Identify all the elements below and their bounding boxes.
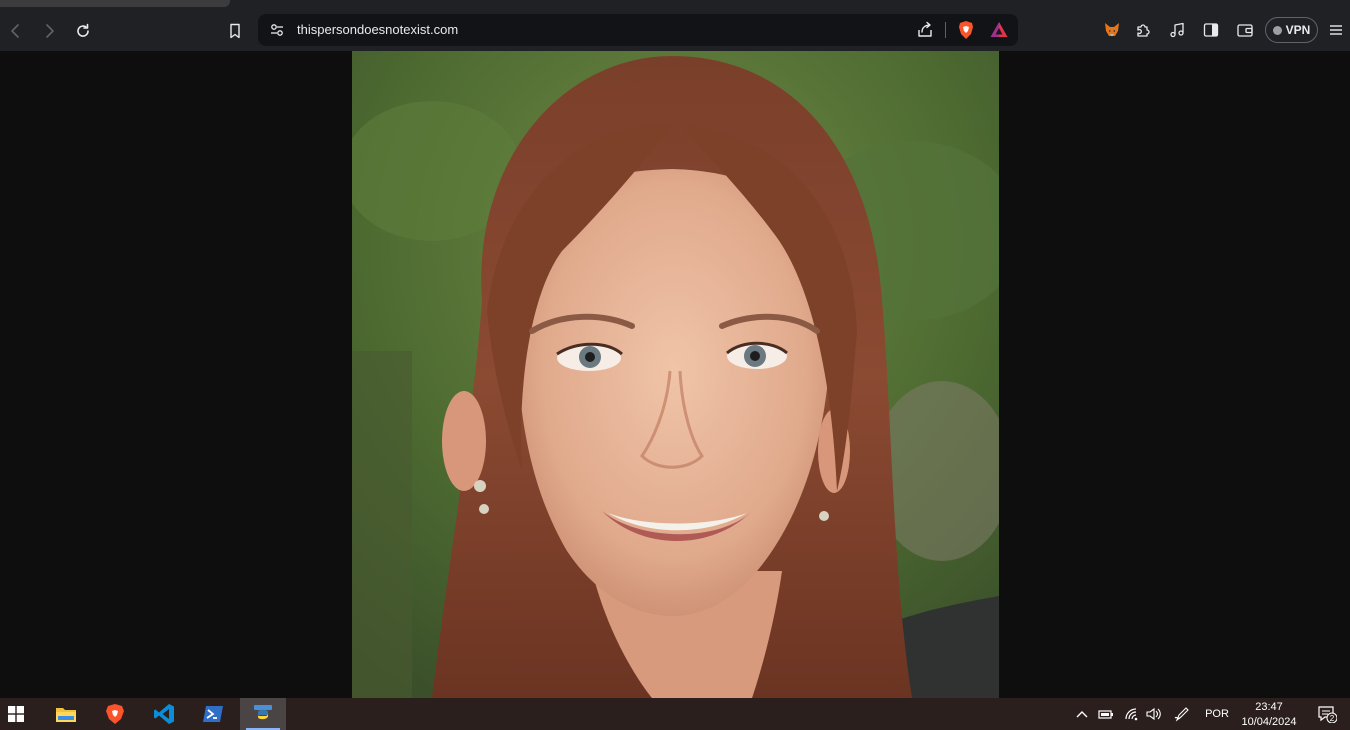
brave-rewards-icon[interactable]: [989, 20, 1009, 40]
notification-icon: 2: [1318, 706, 1337, 723]
forward-button[interactable]: [36, 18, 62, 44]
taskbar-python-app[interactable]: [240, 698, 286, 730]
powershell-icon: [203, 706, 223, 722]
main-menu-button[interactable]: [1325, 19, 1347, 41]
taskbar-file-explorer[interactable]: [43, 698, 89, 730]
site-settings-icon[interactable]: [268, 21, 286, 39]
generated-face-photo: [352, 51, 999, 698]
wallet-button[interactable]: [1234, 19, 1256, 41]
extensions-button[interactable]: [1132, 19, 1154, 41]
input-language-label: POR: [1205, 708, 1229, 720]
url-text[interactable]: thispersondoesnotexist.com: [297, 22, 458, 37]
reload-icon: [77, 23, 89, 37]
vpn-label: VPN: [1285, 23, 1311, 37]
vpn-button[interactable]: VPN: [1265, 17, 1318, 43]
music-note-icon: [1170, 22, 1184, 38]
folder-icon: [56, 708, 76, 722]
action-center-button[interactable]: 2: [1314, 698, 1340, 730]
reload-button[interactable]: [70, 18, 96, 44]
start-button[interactable]: [0, 698, 39, 730]
clock-time: 23:47: [1255, 701, 1283, 713]
windows-taskbar: POR 23:47 10/04/2024 2: [0, 698, 1350, 730]
tray-battery[interactable]: [1096, 698, 1116, 730]
back-button[interactable]: [3, 18, 29, 44]
tray-pen[interactable]: [1172, 698, 1192, 730]
metamask-extension-button[interactable]: [1101, 19, 1123, 41]
wallet-icon: [1237, 24, 1253, 37]
brave-shields-icon[interactable]: [956, 20, 976, 40]
battery-icon: [1098, 710, 1113, 719]
sidebar-icon: [1203, 23, 1219, 37]
taskbar-clock[interactable]: 23:47 10/04/2024: [1238, 700, 1300, 730]
tray-network[interactable]: [1122, 698, 1142, 730]
sidebar-toggle-button[interactable]: [1200, 19, 1222, 41]
tab-strip: [0, 0, 1350, 10]
wifi-icon: [1125, 708, 1138, 721]
brave-lion-icon: [106, 704, 124, 724]
page-content: [0, 51, 1350, 698]
notification-count: 2: [1330, 714, 1335, 723]
chevron-left-icon: [11, 24, 19, 38]
chevron-up-icon: [1076, 711, 1088, 718]
address-bar[interactable]: thispersondoesnotexist.com: [258, 14, 1018, 46]
chevron-right-icon: [46, 24, 54, 38]
windows-logo-icon: [8, 706, 24, 722]
taskbar-vscode[interactable]: [141, 698, 187, 730]
speaker-icon: [1146, 707, 1161, 721]
python-icon: [254, 705, 272, 720]
bookmark-button[interactable]: [222, 18, 248, 44]
tray-volume[interactable]: [1144, 698, 1164, 730]
tray-input-language[interactable]: POR: [1200, 698, 1234, 730]
show-hidden-icons-button[interactable]: [1072, 698, 1092, 730]
vscode-icon: [154, 704, 174, 724]
taskbar-powershell[interactable]: [190, 698, 236, 730]
taskbar-brave-browser[interactable]: [92, 698, 138, 730]
share-icon[interactable]: [916, 21, 934, 39]
browser-toolbar: thispersondoesnotexist.com VPN: [0, 10, 1350, 51]
media-controls-button[interactable]: [1166, 19, 1188, 41]
bookmark-icon: [230, 23, 240, 39]
pen-workspace-icon: [1174, 707, 1189, 722]
active-tab[interactable]: [0, 0, 230, 7]
address-bar-divider: [945, 22, 946, 38]
vpn-status-icon: [1272, 25, 1282, 35]
puzzle-icon: [1137, 24, 1150, 37]
fox-icon: [1105, 23, 1119, 36]
clock-date: 10/04/2024: [1241, 716, 1297, 728]
hamburger-menu-icon: [1330, 25, 1342, 35]
